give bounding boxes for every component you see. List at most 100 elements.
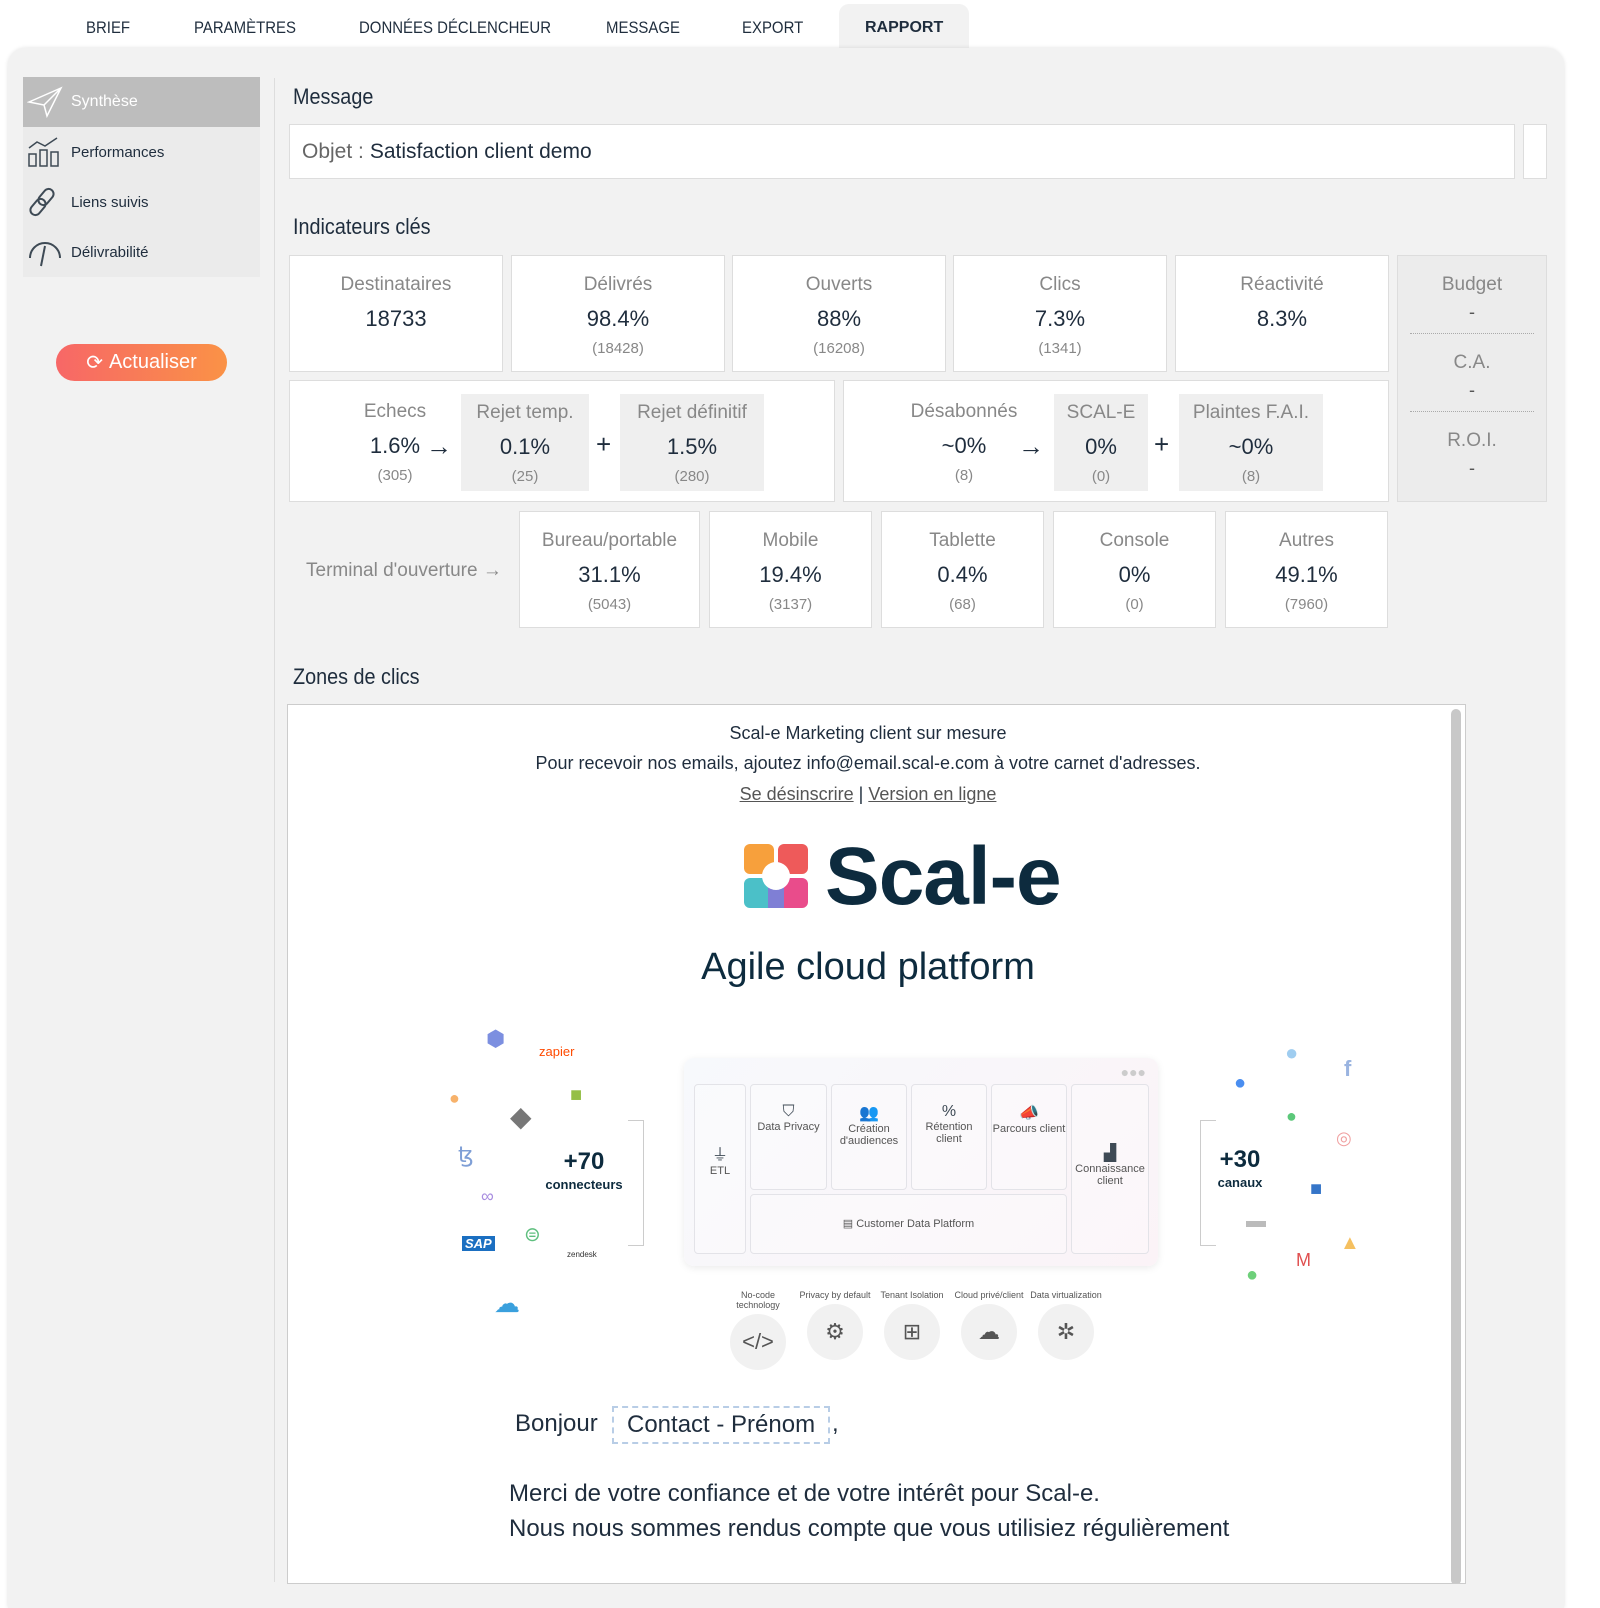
contact-firstname-field[interactable]: Contact - Prénom (612, 1406, 831, 1444)
device-card-label: Bureau/portable (541, 530, 678, 551)
tab-parametres[interactable]: Paramètres (194, 4, 296, 48)
connector-bracket (628, 1120, 644, 1246)
scale-unsub-value: 0% (1085, 434, 1117, 459)
unsubscribe-link[interactable]: Se désinscrire (740, 784, 854, 804)
zapier-logo: zapier (539, 1044, 575, 1059)
connectors-number: +70 (563, 1148, 605, 1175)
channels-count: +30 canaux (1210, 1146, 1270, 1192)
server-icon: ▤ (842, 1218, 854, 1230)
device-card-value: 0% (1118, 562, 1151, 587)
kpi-card-value: 8.3% (1256, 306, 1308, 331)
kpi-card-label: Ouverts (805, 274, 873, 295)
shield-icon: ⛉ (782, 1103, 795, 1120)
feature-badge: Tenant Isolation ⊞ (872, 1290, 952, 1360)
scale-unsub-count: (0) (1091, 468, 1111, 485)
email-body-line: Merci de votre confiance et de votre int… (509, 1480, 1100, 1507)
more-icon: ●●● (1120, 1064, 1146, 1080)
sidebar-item-synthese[interactable]: Synthèse (23, 77, 260, 127)
tab-message[interactable]: Message (606, 4, 680, 48)
arrow: → (426, 431, 452, 461)
kpi-card: Ouverts 88% (16208) (732, 255, 946, 372)
failures-label: Echecs (363, 401, 427, 422)
hard-bounce-value: 1.5% (666, 434, 718, 459)
device-card-value: 49.1% (1275, 562, 1338, 587)
connectors-label: connecteurs (545, 1177, 623, 1192)
device-card-value: 0.4% (937, 562, 988, 587)
bar-chart-icon (28, 137, 59, 167)
link-icon (29, 187, 55, 217)
tagline: Agile cloud platform (701, 946, 1035, 988)
kpi-title: Indicateurs clés (293, 214, 431, 239)
isp-complaints-value: ~0% (1228, 434, 1274, 459)
badge-label: Data virtualization (1030, 1290, 1102, 1300)
dna-icon: ✲ (1038, 1304, 1094, 1360)
kpi-card-value: 88% (816, 306, 862, 331)
kpi-card-value: 98.4% (586, 306, 650, 331)
kpi-card-count: (16208) (813, 340, 865, 357)
kpi-card: Délivrés 98.4% (18428) (511, 255, 725, 372)
tab-rapport[interactable]: Rapport (839, 4, 970, 48)
sidebar-item-performances[interactable]: Performances (23, 127, 260, 177)
zendesk-logo: zendesk (567, 1250, 597, 1259)
polygon-logo-icon: ∞ (481, 1186, 494, 1206)
kpi-card-value: 18733 (365, 306, 427, 331)
tab-brief[interactable]: Brief (86, 4, 130, 48)
gear-check-icon: ⚙ (807, 1304, 863, 1360)
feature-badge: Privacy by default ⚙ (795, 1290, 875, 1360)
kpi-card: Destinataires 18733 (289, 255, 503, 372)
plug-icon: ⏚ (711, 1147, 728, 1164)
cloud-icon: ☁ (961, 1304, 1017, 1360)
roi-value: - (1469, 458, 1475, 478)
kpi-card-label: Réactivité (1240, 274, 1324, 295)
tab-bar: Brief Paramètres Données déclencheur Mes… (0, 0, 1600, 48)
module-label: Parcours client (992, 1123, 1066, 1135)
email-address-notice: Pour recevoir nos emails, ajoutez info@e… (535, 753, 1201, 773)
message-title: Message (293, 84, 374, 109)
subject-side-box (1523, 124, 1547, 179)
platform-diagram: ●●● ⏚ ETL ⛉ Data Privacy 👥 Création d'audie… (684, 1058, 1158, 1266)
facebook-logo-icon: f (1344, 1056, 1352, 1081)
unsub-label: Désabonnés (910, 401, 1018, 422)
device-card-count: (0) (1125, 596, 1144, 613)
shopify-logo-icon: ■ (570, 1084, 583, 1106)
hard-bounce-count: (280) (674, 468, 710, 485)
kpi-card-count: (1341) (1038, 340, 1082, 357)
device-card: Tablette 0.4% (68) (881, 511, 1044, 628)
refresh-label: Actualiser (108, 351, 197, 373)
tab-donnees-declencheur[interactable]: Données déclencheur (359, 4, 551, 48)
sidebar-item-liens-suivis[interactable]: Liens suivis (23, 177, 260, 227)
badge-label: Privacy by default (799, 1290, 871, 1300)
sync-logo-icon: ⊜ (524, 1224, 541, 1246)
budget-card: Budget - C.A. - R.O.I. - (1397, 255, 1547, 502)
outlook-logo-icon: ■ (1310, 1178, 1323, 1200)
kpi-card-label: Délivrés (583, 274, 653, 295)
tab-export[interactable]: Export (742, 4, 803, 48)
device-card-count: (68) (949, 596, 976, 613)
email-body-line: Nous nous sommes rendus compte que vous … (509, 1515, 1230, 1542)
online-version-link[interactable]: Version en ligne (868, 784, 996, 804)
channels-number: +30 (1219, 1146, 1261, 1173)
refresh-icon: ⟳ (86, 352, 103, 374)
feature-badge: Cloud privé/client ☁ (949, 1290, 1029, 1360)
hexagon-logo-icon: ⬢ (486, 1026, 506, 1051)
scale-logo-icon (744, 844, 808, 908)
scrollbar[interactable] (1451, 709, 1461, 1583)
device-card-value: 19.4% (759, 562, 822, 587)
sidebar-item-delivrabilite[interactable]: Délivrabilité (23, 227, 260, 277)
plus: + (596, 429, 612, 459)
paper-plane-icon (27, 86, 63, 118)
isp-complaints-label: Plaintes F.A.I. (1192, 402, 1310, 423)
failures-count: (305) (377, 467, 413, 484)
budget-label: Budget (1441, 274, 1503, 295)
device-card-count: (3137) (768, 596, 813, 613)
subject-field: Objet : Satisfaction client demo (289, 124, 1515, 179)
email-header: Scal-e Marketing client sur mesure (729, 723, 1007, 743)
telegram-logo-icon: ● (1285, 1040, 1299, 1065)
refresh-button[interactable]: ⟳ Actualiser (56, 344, 227, 381)
badge-label: Cloud privé/client (954, 1290, 1024, 1300)
unsubscribes-card: Désabonnés ~0% (8) → SCAL-E 0% (0) + Plainte… (843, 380, 1389, 502)
whatsapp-logo-icon: ● (1286, 1106, 1297, 1126)
device-card: Autres 49.1% (7960) (1225, 511, 1388, 628)
etl-label: ETL (709, 1165, 731, 1177)
soft-bounce-count: (25) (511, 468, 539, 485)
